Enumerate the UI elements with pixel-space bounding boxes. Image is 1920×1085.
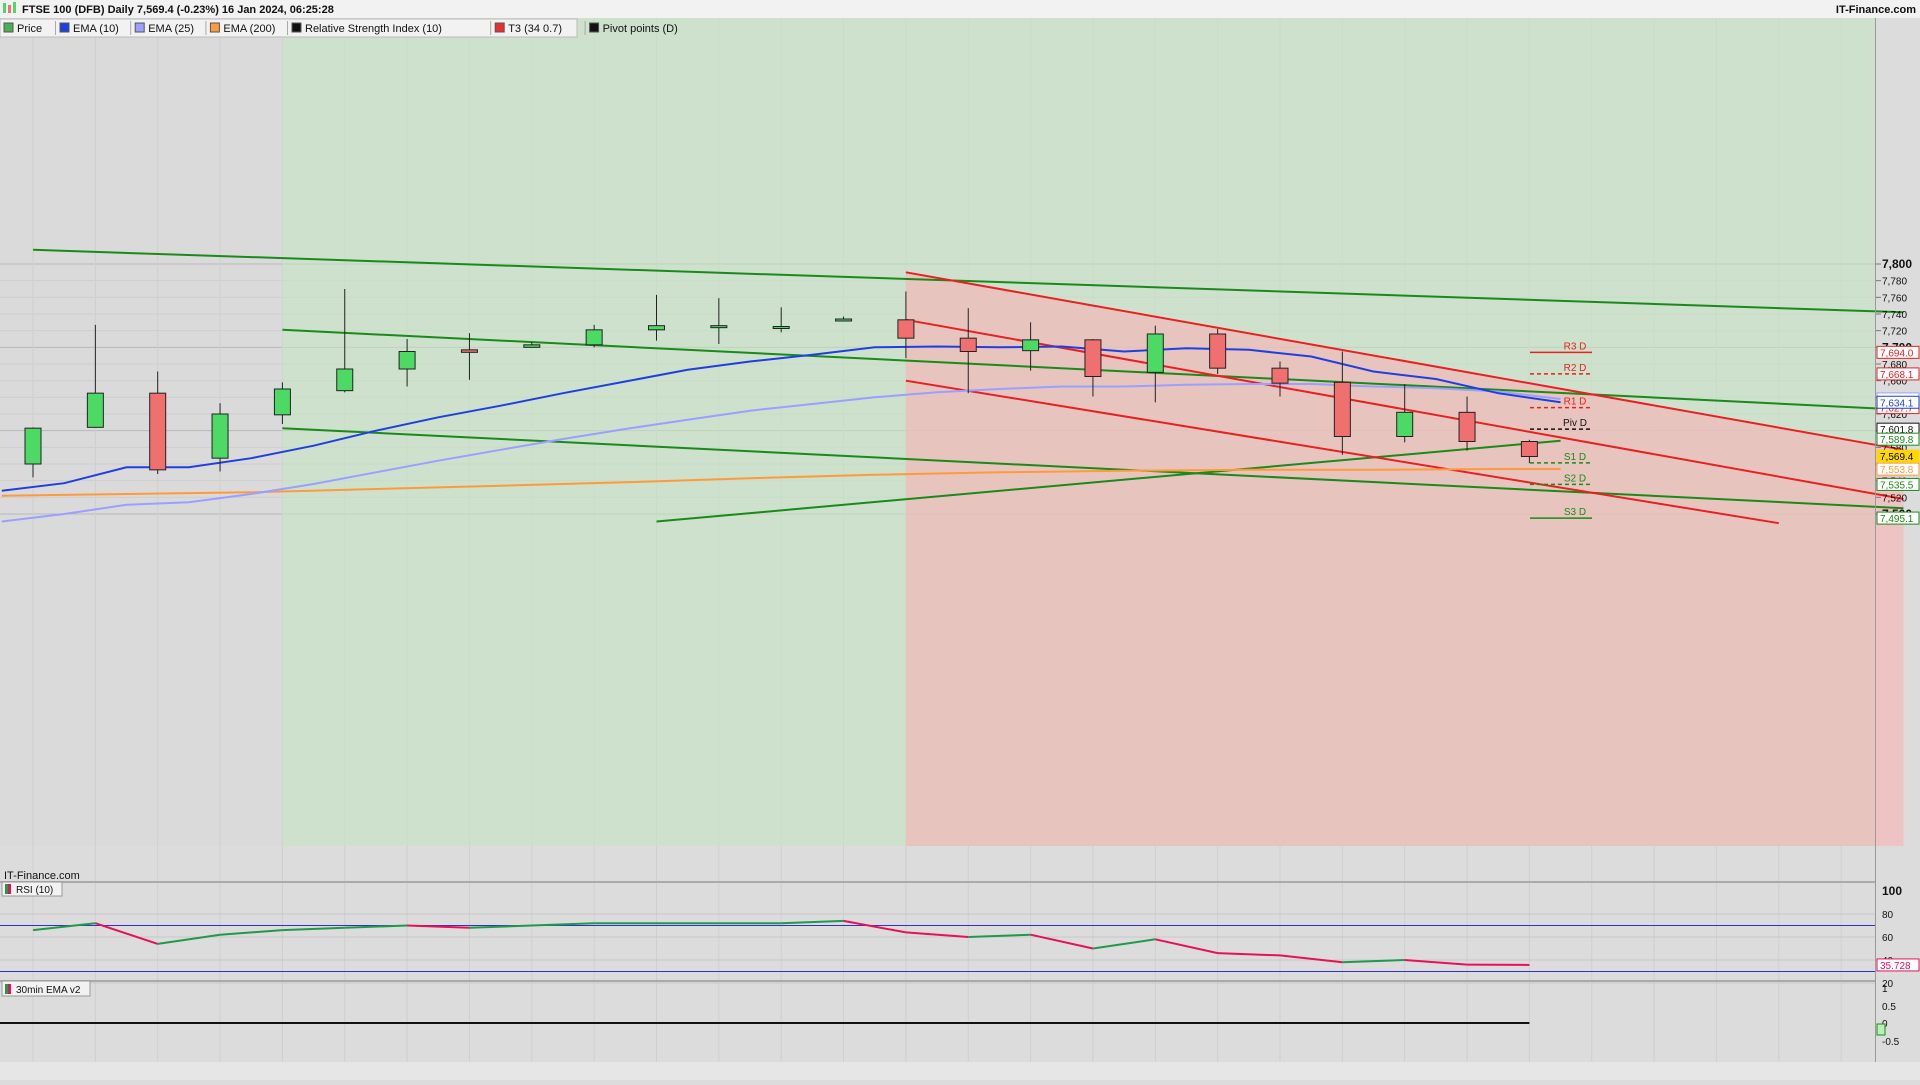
- price-tag: 7,634.1: [1880, 398, 1914, 409]
- legend-swatch: [135, 23, 144, 32]
- candle-body: [399, 352, 415, 370]
- price-tag: 7,553.8: [1880, 465, 1914, 476]
- rsi-scale-label: 60: [1882, 933, 1894, 944]
- legend-swatch: [590, 23, 599, 32]
- candle-body: [1459, 412, 1475, 441]
- legend-entry: EMA (25): [148, 23, 194, 35]
- legend-divider: [490, 21, 491, 35]
- legend-divider: [585, 21, 586, 35]
- candle-body: [1023, 340, 1039, 351]
- legend-entry: Price: [17, 23, 42, 35]
- candle-body: [711, 326, 727, 328]
- legend-divider: [55, 21, 56, 35]
- ema-scale-label: 1: [1882, 984, 1888, 995]
- candle-body: [898, 320, 914, 338]
- rsi-scale-label: 100: [1882, 884, 1902, 898]
- channel-fills: [282, 18, 1903, 846]
- legend-divider: [130, 21, 131, 35]
- legend-entry: EMA (10): [73, 23, 119, 35]
- candle-body: [1272, 368, 1288, 383]
- candle-body: [649, 326, 665, 330]
- pivot-label: R1 D: [1564, 397, 1587, 408]
- legend-swatch: [210, 23, 219, 32]
- y-tick-label: 7,800: [1882, 257, 1912, 271]
- rsi-scale-label: 80: [1882, 910, 1894, 921]
- y-tick-label: 7,740: [1882, 310, 1907, 321]
- watermark: IT-Finance.com: [4, 870, 80, 882]
- candle-body: [274, 389, 290, 415]
- ema-value-box: [1877, 1024, 1885, 1035]
- pivot-label: S2 D: [1564, 473, 1586, 484]
- candle-body: [960, 338, 976, 351]
- pivot-tag: 7,694.0: [1880, 348, 1914, 359]
- candle-body: [773, 327, 789, 329]
- candle-body: [1397, 412, 1413, 436]
- candle-body: [586, 330, 602, 345]
- candle-body: [1147, 334, 1163, 372]
- candle-body: [150, 393, 166, 470]
- legend-divider: [287, 21, 288, 35]
- candle-body: [1521, 442, 1537, 457]
- legend-swatch: [4, 23, 13, 32]
- pivot-label: R3 D: [1564, 341, 1587, 352]
- legend-entry: EMA (200): [223, 23, 275, 35]
- chart-svg: R3 D R2 D R1 D Piv D S1 D S2 D S3 D 7,800 7,780…: [0, 0, 1920, 1080]
- legend-divider: [205, 21, 206, 35]
- ema-panel-name: 30min EMA v2: [16, 985, 81, 996]
- legend-entry: Pivot points (D): [603, 23, 678, 35]
- chart-window: R3 D R2 D R1 D Piv D S1 D S2 D S3 D 7,800 7,780…: [0, 0, 1920, 1080]
- legend-swatch: [495, 23, 504, 32]
- rsi-value-tag: 35.728: [1880, 961, 1911, 972]
- pivot-label: Piv D: [1563, 418, 1587, 429]
- legend-swatch: [60, 23, 69, 32]
- candle-body: [524, 345, 540, 348]
- rsi-panel-label: RSI (10): [2, 882, 62, 896]
- price-tag: 7,569.4: [1880, 452, 1914, 463]
- candle-body: [1085, 340, 1101, 377]
- candle-body: [461, 350, 477, 353]
- y-tick-label: 7,720: [1882, 327, 1907, 338]
- legend-swatch: [292, 23, 301, 32]
- rsi-label: RSI (10): [16, 885, 53, 896]
- y-tick-label: 7,780: [1882, 277, 1907, 288]
- ema-panel-label: 30min EMA v2: [2, 981, 90, 996]
- chart-title: FTSE 100 (DFB) Daily 7,569.4 (-0.23%) 16…: [22, 4, 334, 16]
- candle-body: [1334, 382, 1350, 436]
- candle-body: [836, 319, 852, 321]
- pivot-label: S1 D: [1564, 452, 1586, 463]
- brand-label: IT-Finance.com: [1836, 4, 1916, 16]
- pivot-label: R2 D: [1564, 363, 1587, 374]
- ema-scale-label: 0.5: [1882, 1002, 1896, 1013]
- ema-scale-label: -0.5: [1882, 1037, 1900, 1048]
- candle-body: [337, 369, 353, 391]
- candle-body: [212, 414, 228, 458]
- y-tick-label: 7,760: [1882, 293, 1907, 304]
- legend-entry: Relative Strength Index (10): [305, 23, 442, 35]
- pivot-label: S3 D: [1564, 507, 1586, 518]
- y-tick-label: 7,520: [1882, 493, 1907, 504]
- price-tag: 7,589.8: [1880, 435, 1914, 446]
- legend-entry: T3 (34 0.7): [508, 23, 562, 35]
- candle-body: [87, 393, 103, 427]
- candle-body: [25, 428, 41, 464]
- pivot-tag: 7,495.1: [1880, 514, 1914, 525]
- pivot-tag: 7,535.5: [1880, 480, 1914, 491]
- pivot-tag: 7,668.1: [1880, 370, 1914, 381]
- candle-body: [1210, 334, 1226, 368]
